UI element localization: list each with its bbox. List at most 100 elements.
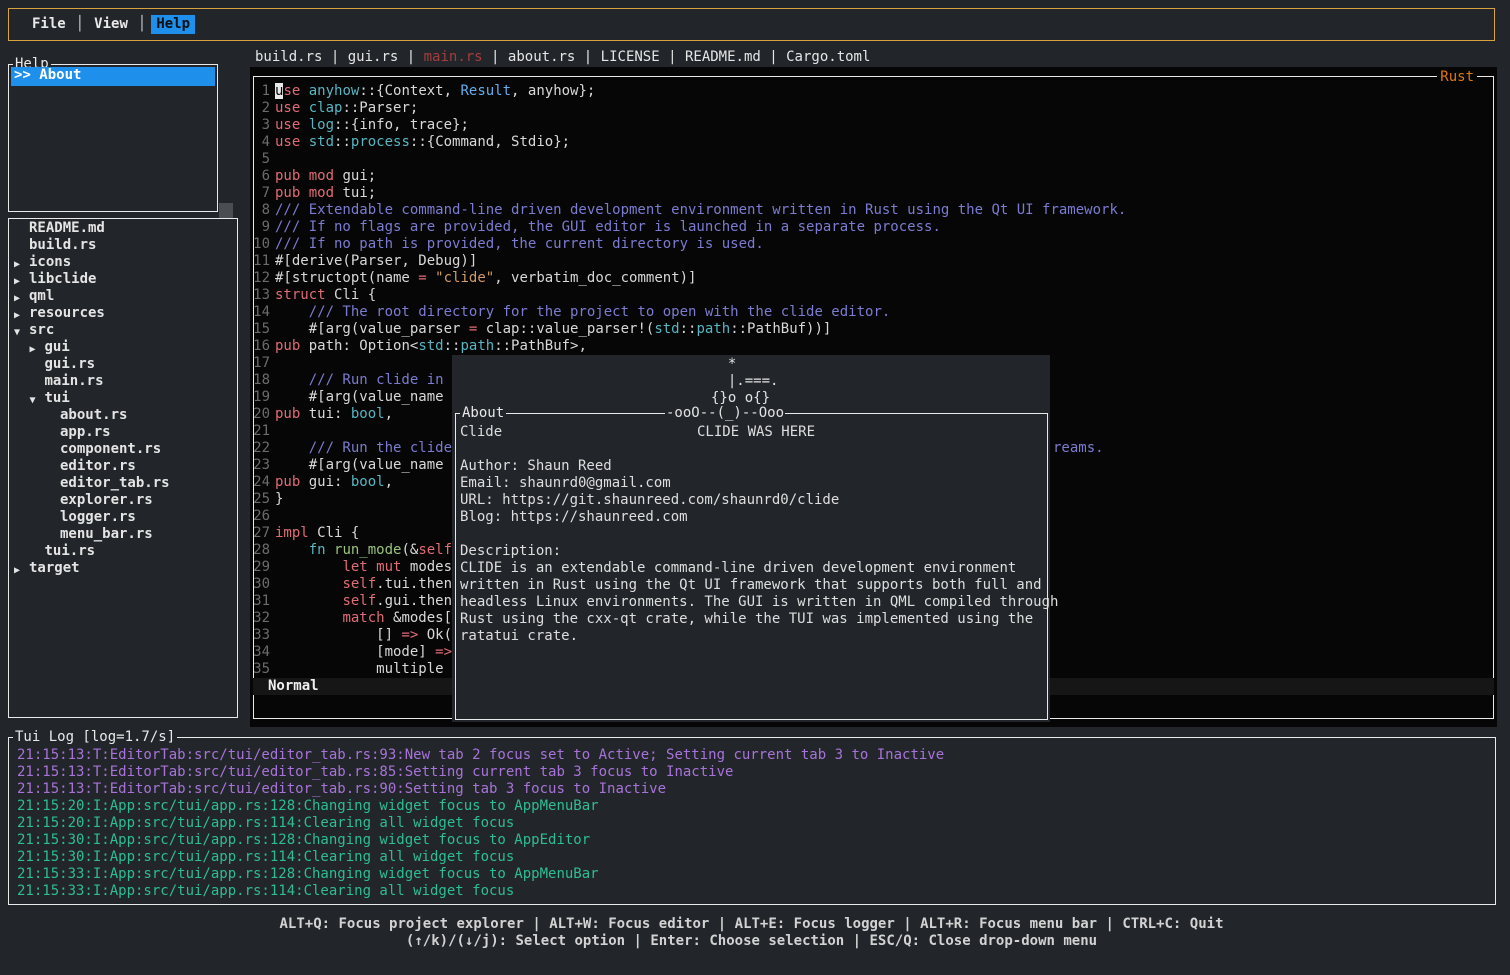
code-token: .tui.then( xyxy=(376,576,460,592)
shortcut-help-line-2: (↑/k)/(↓/j): Select option | Enter: Choo… xyxy=(0,933,1503,950)
code-line-8[interactable]: 8/// Extendable command-line driven deve… xyxy=(253,202,1126,219)
code-line-27[interactable]: 27impl Cli { xyxy=(253,525,359,542)
log-line: 21:15:13:T:EditorTab:src/tui/editor_tab.… xyxy=(17,747,944,764)
tab-README.md[interactable]: README.md xyxy=(685,49,761,65)
tree-item-explorer.rs[interactable]: explorer.rs xyxy=(9,492,237,509)
code-line-12[interactable]: 12#[structopt(name = "clide", verbatim_d… xyxy=(253,270,696,287)
code-line-25[interactable]: 25} xyxy=(253,491,283,508)
tree-item-libclide[interactable]: ▶libclide xyxy=(9,271,237,288)
line-number: 4 xyxy=(253,134,270,151)
tree-item-label: tui xyxy=(45,390,70,407)
shortcut-help-line-1: ALT+Q: Focus project explorer | ALT+W: F… xyxy=(0,916,1503,933)
tab-main.rs[interactable]: main.rs xyxy=(424,49,483,65)
tree-item-about.rs[interactable]: about.rs xyxy=(9,407,237,424)
log-line: 21:15:20:I:App:src/tui/app.rs:128:Changi… xyxy=(17,798,599,815)
code-line-15[interactable]: 15 #[arg(value_parser = clap::value_pars… xyxy=(253,321,831,338)
line-number: 11 xyxy=(253,253,270,270)
code-line-14[interactable]: 14 /// The root directory for the projec… xyxy=(253,304,890,321)
tree-item-build.rs[interactable]: build.rs xyxy=(9,237,237,254)
line-number: 34 xyxy=(253,644,270,661)
code-line-29[interactable]: 29 let mut modes xyxy=(253,559,452,576)
code-line-24[interactable]: 24pub gui: bool, xyxy=(253,474,393,491)
code-line-30[interactable]: 30 self.tui.then( xyxy=(253,576,460,593)
code-line-34[interactable]: 34 [mode] => xyxy=(253,644,452,661)
tree-item-gui[interactable]: ▶gui xyxy=(9,339,237,356)
code-token: ::PathBuf>, xyxy=(494,338,587,354)
tree-item-README.md[interactable]: README.md xyxy=(9,220,237,237)
chevron-right-icon[interactable]: ▶ xyxy=(14,562,20,579)
code-line-3[interactable]: 3use log::{info, trace}; xyxy=(253,117,469,134)
line-number: 12 xyxy=(253,270,270,287)
code-line-2[interactable]: 2use clap::Parser; xyxy=(253,100,418,117)
tree-item-resources[interactable]: ▶resources xyxy=(9,305,237,322)
code-line-16[interactable]: 16pub path: Option<std::path::PathBuf>, xyxy=(253,338,587,355)
code-line-4[interactable]: 4use std::process::{Command, Stdio}; xyxy=(253,134,570,151)
tab-Cargo.toml[interactable]: Cargo.toml xyxy=(786,49,870,65)
menu-item-view[interactable]: View xyxy=(89,15,133,34)
code-line-17[interactable]: 17 xyxy=(253,355,275,372)
tree-item-app.rs[interactable]: app.rs xyxy=(9,424,237,441)
code-line-28[interactable]: 28 fn run_mode(&self) xyxy=(253,542,460,559)
code-line-19[interactable]: 19 #[arg(value_name = xyxy=(253,389,460,406)
menu-item-file[interactable]: File xyxy=(27,15,71,34)
tree-item-src[interactable]: ▼src xyxy=(9,322,237,339)
menu-item-help[interactable]: Help xyxy=(151,15,195,34)
line-number: 33 xyxy=(253,627,270,644)
tab-about.rs[interactable]: about.rs xyxy=(508,49,575,65)
code-line-5[interactable]: 5 xyxy=(253,151,275,168)
help-menu-item-about[interactable]: >> About xyxy=(11,67,215,86)
tree-item-qml[interactable]: ▶qml xyxy=(9,288,237,305)
code-token: #[arg(value_name xyxy=(275,457,452,473)
about-popup-row: Rust using the cxx-qt crate, while the T… xyxy=(460,611,1045,628)
code-line-21[interactable]: 21 xyxy=(253,423,275,440)
tree-item-label: main.rs xyxy=(45,373,104,390)
tree-item-component.rs[interactable]: component.rs xyxy=(9,441,237,458)
tab-LICENSE[interactable]: LICENSE xyxy=(601,49,660,65)
tree-item-gui.rs[interactable]: gui.rs xyxy=(9,356,237,373)
code-line-23[interactable]: 23 #[arg(value_name = xyxy=(253,457,460,474)
tree-item-editor_tab.rs[interactable]: editor_tab.rs xyxy=(9,475,237,492)
code-token: mod xyxy=(309,168,334,184)
code-line-33[interactable]: 33 [] => Ok(R xyxy=(253,627,460,644)
line-number: 30 xyxy=(253,576,270,593)
code-line-9[interactable]: 9/// If no flags are provided, the GUI e… xyxy=(253,219,941,236)
tree-item-main.rs[interactable]: main.rs xyxy=(9,373,237,390)
code-token: mut xyxy=(376,559,401,575)
code-token: clap::value_parser!( xyxy=(477,321,654,337)
code-token: pub xyxy=(275,168,300,184)
tree-item-target[interactable]: ▶target xyxy=(9,560,237,577)
tree-item-tui[interactable]: ▼tui xyxy=(9,390,237,407)
tree-item-menu_bar.rs[interactable]: menu_bar.rs xyxy=(9,526,237,543)
scrollbar-thumb[interactable] xyxy=(219,203,233,218)
code-line-1[interactable]: 1use anyhow::{Context, Result, anyhow}; xyxy=(253,83,595,100)
tree-item-label: qml xyxy=(29,288,54,305)
about-popup-row: ClideCLIDE WAS HERE xyxy=(460,424,1045,441)
line-number: 1 xyxy=(253,83,270,100)
tree-item-tui.rs[interactable]: tui.rs xyxy=(9,543,237,560)
code-token: self xyxy=(342,593,376,609)
code-line-32[interactable]: 32 match &modes[. xyxy=(253,610,460,627)
code-line-13[interactable]: 13struct Cli { xyxy=(253,287,376,304)
line-number: 24 xyxy=(253,474,270,491)
tree-item-icons[interactable]: ▶icons xyxy=(9,254,237,271)
log-line: 21:15:33:I:App:src/tui/app.rs:128:Changi… xyxy=(17,866,599,883)
tab-build.rs[interactable]: build.rs xyxy=(255,49,322,65)
code-line-10[interactable]: 10/// If no path is provided, the curren… xyxy=(253,236,764,253)
code-line-20[interactable]: 20pub tui: bool, xyxy=(253,406,393,423)
code-line-18[interactable]: 18 /// Run clide in h xyxy=(253,372,460,389)
ascii-art-line: |.===. xyxy=(711,373,778,390)
tree-item-label: tui.rs xyxy=(45,543,96,560)
code-line-11[interactable]: 11#[derive(Parser, Debug)] xyxy=(253,253,477,270)
code-token: std xyxy=(309,134,334,150)
tree-item-logger.rs[interactable]: logger.rs xyxy=(9,509,237,526)
code-token: self xyxy=(418,542,452,558)
code-line-7[interactable]: 7pub mod tui; xyxy=(253,185,376,202)
code-line-26[interactable]: 26 xyxy=(253,508,275,525)
tab-gui.rs[interactable]: gui.rs xyxy=(348,49,399,65)
editor-mode-indicator: Normal xyxy=(268,678,319,694)
code-line-6[interactable]: 6pub mod gui; xyxy=(253,168,376,185)
tree-item-editor.rs[interactable]: editor.rs xyxy=(9,458,237,475)
code-line-31[interactable]: 31 self.gui.then( xyxy=(253,593,460,610)
code-line-35[interactable]: 35 multiple = xyxy=(253,661,460,678)
code-line-22[interactable]: 22 /// Run the clide xyxy=(253,440,460,457)
